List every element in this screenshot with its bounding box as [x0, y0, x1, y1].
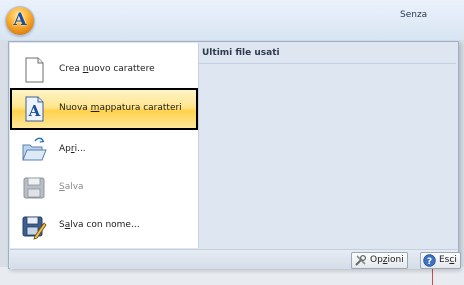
- new-character-mapping-button[interactable]: A Nuova mappatura caratteri: [10, 88, 198, 130]
- exit-button[interactable]: ? Esci: [420, 252, 461, 269]
- new-document-icon: [25, 57, 44, 83]
- help-icon: ?: [423, 254, 436, 267]
- status-strip: [0, 267, 464, 285]
- character-mapping-icon: A: [25, 96, 44, 122]
- options-icon: [355, 254, 367, 266]
- save-as-icon: [22, 216, 47, 240]
- application-menu: Crea nuovo carattere A Nuova mappatura c…: [8, 41, 461, 269]
- svg-text:A: A: [28, 102, 41, 120]
- open-folder-icon: [22, 137, 47, 161]
- new-character-mapping-label: Nuova mappatura caratteri: [59, 103, 182, 113]
- application-button[interactable]: A: [6, 7, 34, 35]
- new-character-button[interactable]: Crea nuovo carattere: [12, 51, 196, 89]
- app-logo-icon: A: [13, 10, 27, 30]
- commands-column: Crea nuovo carattere A Nuova mappatura c…: [10, 43, 199, 248]
- open-button[interactable]: Apri...: [12, 131, 196, 169]
- open-label: Apri...: [59, 144, 86, 154]
- title-bar: A Senza: [0, 0, 464, 40]
- window-title: Senza: [400, 10, 428, 20]
- menu-footer: Opzioni ? Esci: [10, 249, 461, 269]
- save-label: Salva: [59, 182, 84, 192]
- options-button[interactable]: Opzioni: [351, 252, 408, 269]
- save-button[interactable]: Salva: [12, 169, 196, 207]
- save-as-button[interactable]: Salva con nome...: [12, 207, 196, 245]
- recent-files-header: Ultimi file usati: [199, 43, 456, 64]
- save-as-label: Salva con nome...: [59, 220, 140, 230]
- save-icon: [23, 177, 45, 199]
- new-character-label: Crea nuovo carattere: [59, 64, 155, 74]
- svg-text:?: ?: [427, 257, 432, 267]
- ruler-marker: [432, 267, 433, 285]
- recent-files-panel: Ultimi file usati: [199, 43, 456, 248]
